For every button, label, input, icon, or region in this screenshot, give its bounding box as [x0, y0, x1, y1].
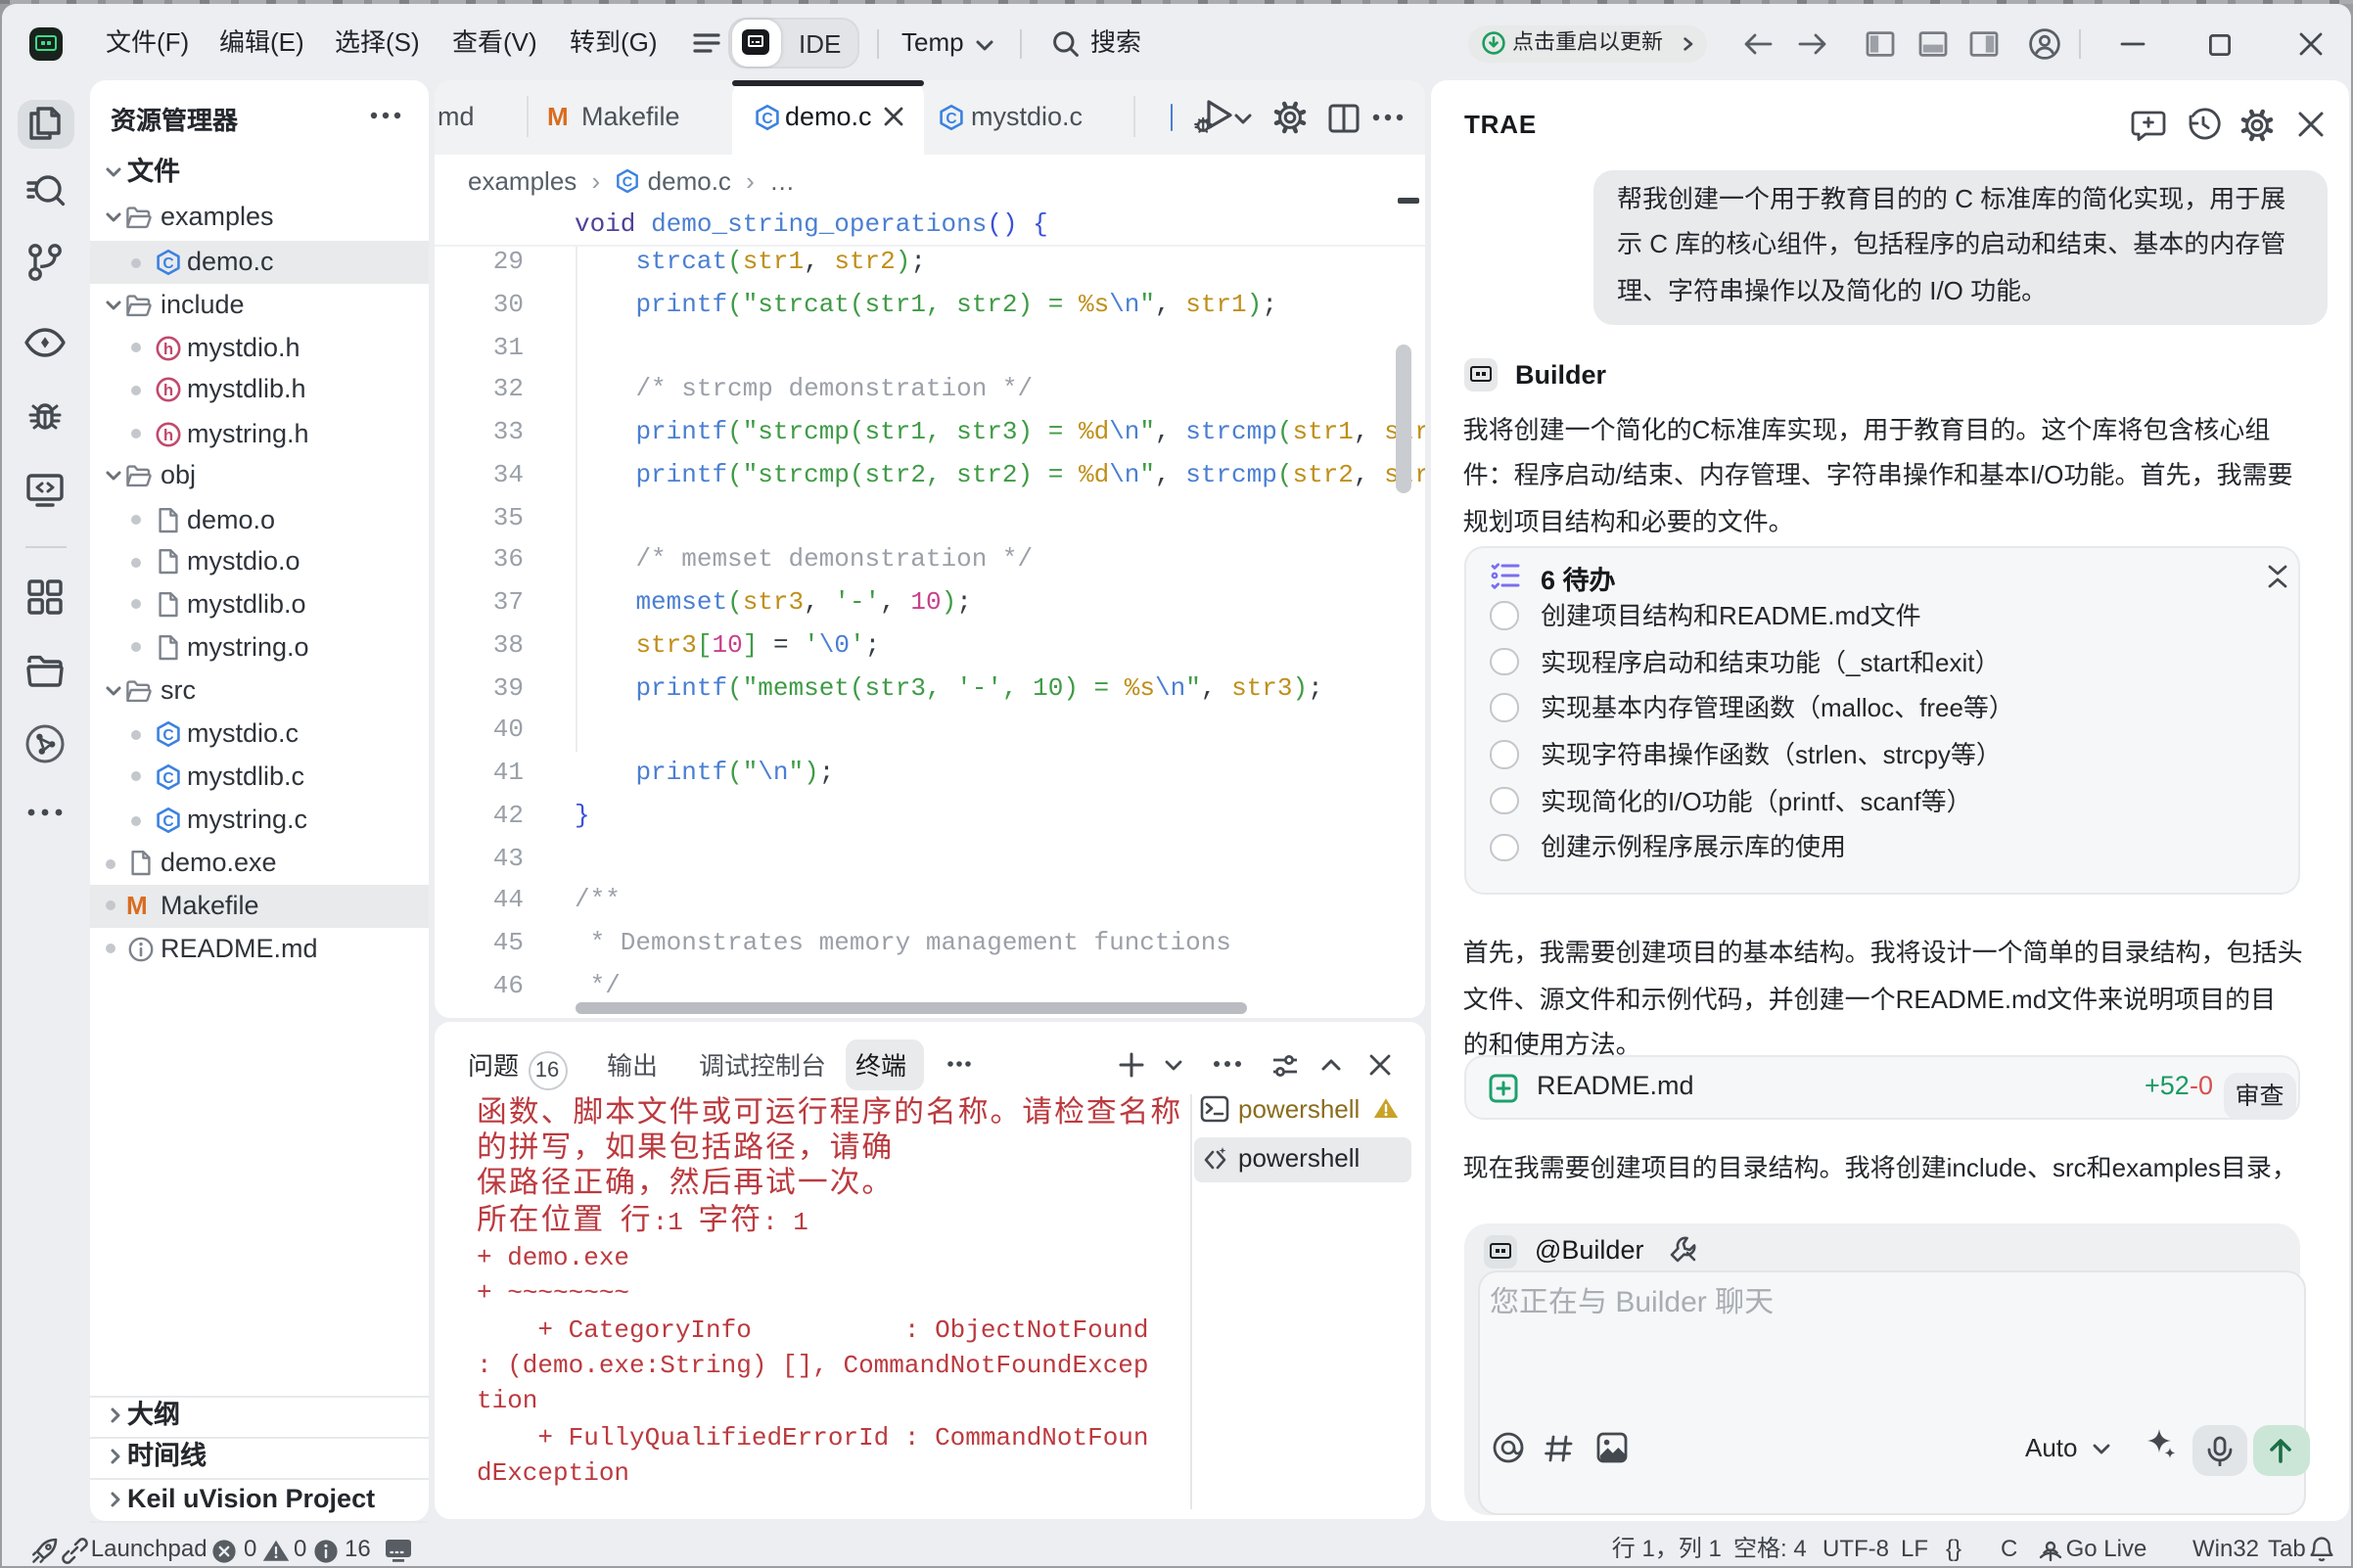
svg-text:C: C — [945, 110, 955, 126]
svg-text:h: h — [163, 425, 173, 443]
svg-text:C: C — [162, 727, 173, 744]
svg-text:C: C — [162, 813, 173, 830]
svg-text:C: C — [623, 174, 633, 190]
svg-text:C: C — [162, 255, 173, 272]
svg-text:C: C — [162, 769, 173, 786]
svg-text:C: C — [761, 110, 771, 126]
svg-text:h: h — [163, 339, 173, 357]
svg-text:h: h — [163, 381, 173, 399]
